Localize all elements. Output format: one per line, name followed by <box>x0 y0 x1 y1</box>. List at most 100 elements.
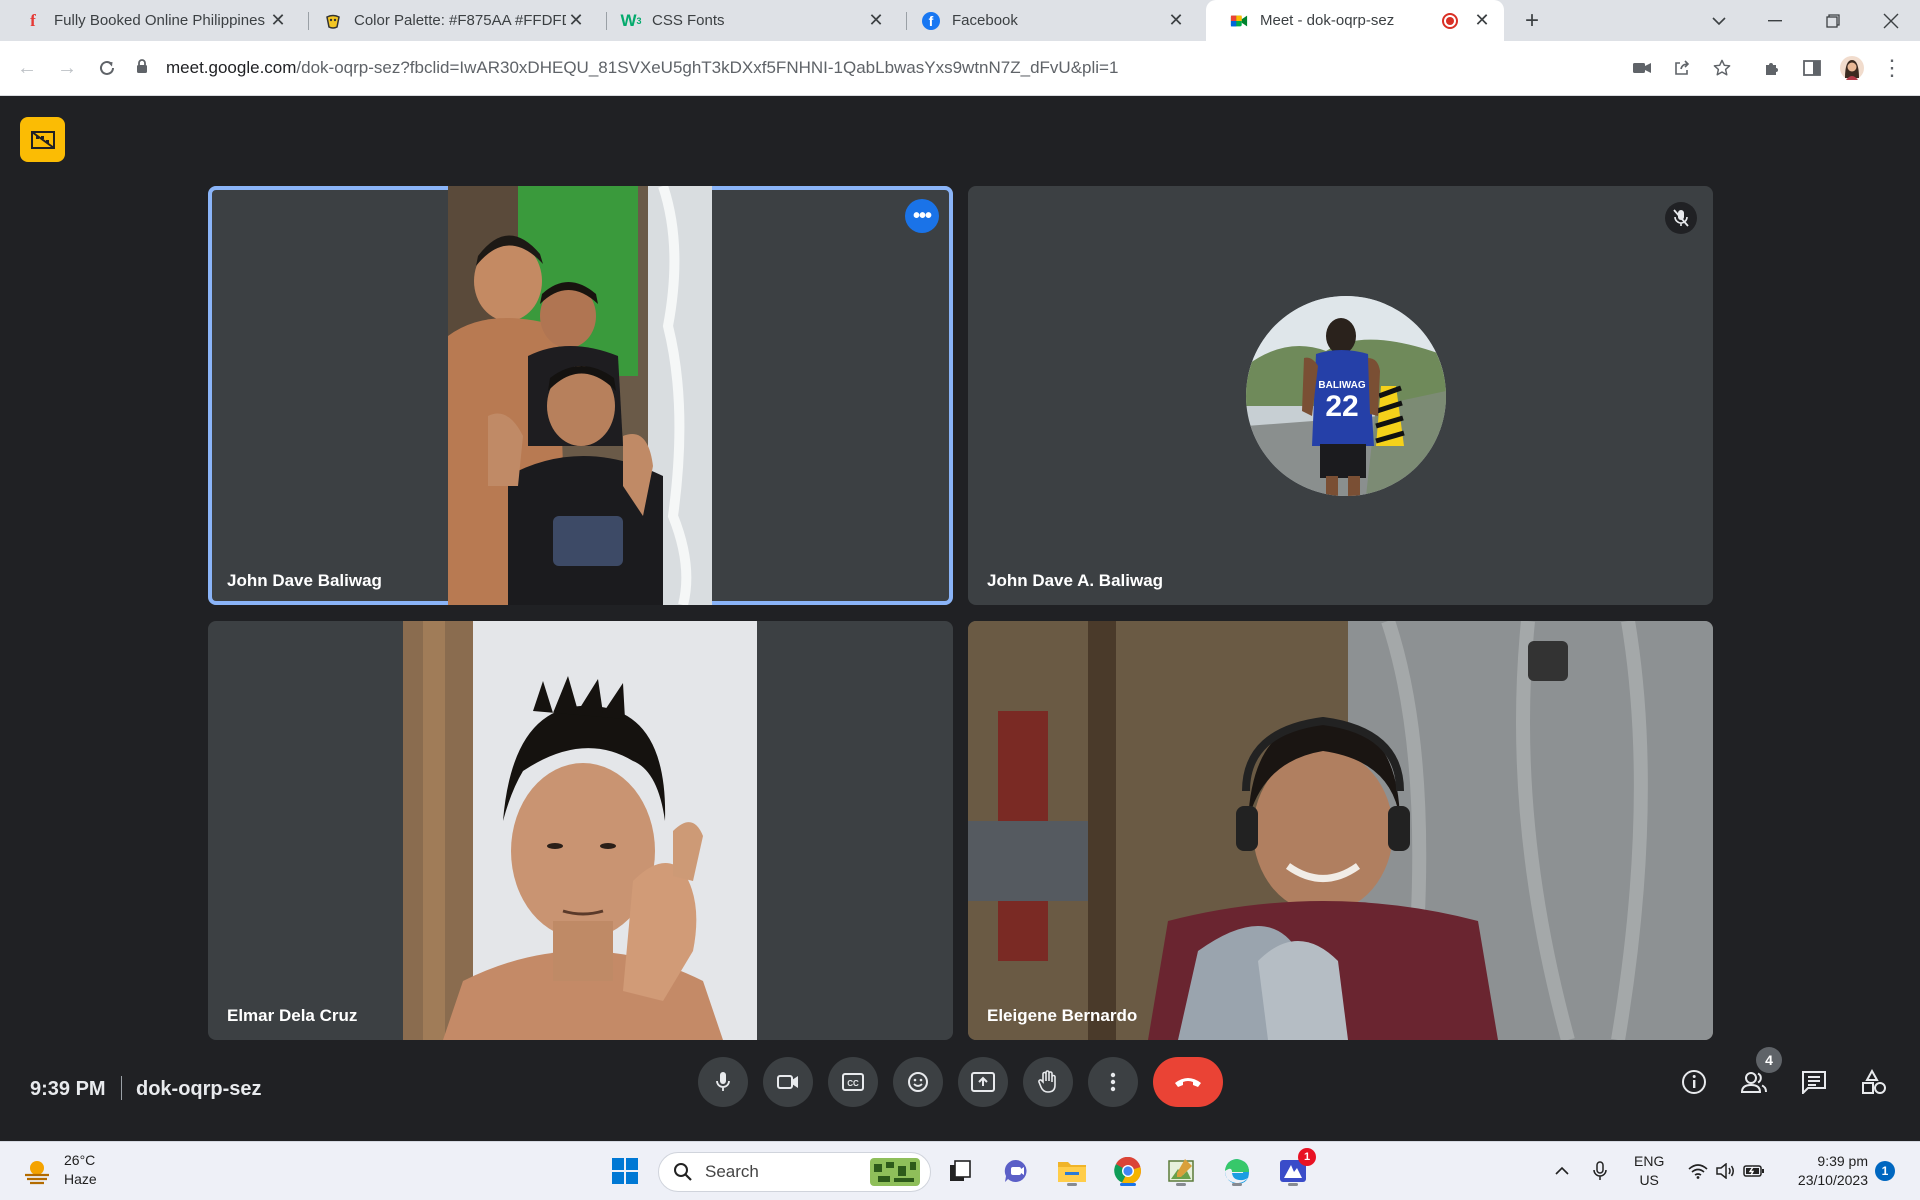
tab-title: Facebook <box>952 12 1018 29</box>
camera-button[interactable] <box>763 1057 813 1107</box>
microphone-button[interactable] <box>698 1057 748 1107</box>
share-icon[interactable] <box>1668 54 1696 82</box>
edge-icon[interactable] <box>1220 1154 1254 1188</box>
weather-widget[interactable]: 26°C Haze <box>22 1151 97 1189</box>
file-explorer-icon[interactable] <box>1055 1154 1089 1188</box>
meet-stage: ••• John Dave Baliwag BALIWAG 22 John Da… <box>0 96 1920 1141</box>
close-icon[interactable]: ✕ <box>1472 10 1492 31</box>
raise-hand-button[interactable] <box>1023 1057 1073 1107</box>
search-highlight-icon <box>870 1158 920 1186</box>
coolors-icon <box>324 12 342 30</box>
chrome-icon[interactable] <box>1111 1154 1145 1188</box>
app-badge: 1 <box>1298 1148 1316 1166</box>
windows-taskbar: 26°C Haze Search 1 ENG US 9:39 pm 23/10/… <box>0 1141 1920 1200</box>
w3schools-icon: W3 <box>620 10 642 30</box>
clock-time: 9:39 pm <box>1817 1153 1868 1169</box>
reload-icon[interactable] <box>93 54 121 82</box>
divider <box>121 1076 122 1100</box>
tab-google-meet[interactable]: Meet - dok-oqrp-sez ✕ <box>1206 0 1504 41</box>
search-label: Search <box>705 1162 759 1181</box>
recording-icon <box>1442 12 1458 29</box>
participant-name: John Dave A. Baliwag <box>987 571 1164 590</box>
leave-call-button[interactable] <box>1153 1057 1223 1107</box>
extensions-icon[interactable] <box>1758 54 1786 82</box>
taskbar-search[interactable]: Search <box>658 1152 931 1192</box>
teams-chat-icon[interactable] <box>999 1154 1033 1188</box>
tab-title: Fully Booked Online Philippines <box>54 12 265 29</box>
task-view-icon[interactable] <box>943 1154 977 1188</box>
bookmark-star-icon[interactable] <box>1708 54 1736 82</box>
reactions-button[interactable] <box>893 1057 943 1107</box>
forward-icon[interactable]: → <box>53 54 81 82</box>
participant-tile[interactable]: ••• John Dave Baliwag <box>208 186 953 605</box>
tray-overflow-icon[interactable] <box>1544 1154 1580 1188</box>
participant-tile[interactable]: Elmar Dela Cruz <box>208 621 953 1040</box>
windows-start-icon[interactable] <box>608 1154 642 1188</box>
fully-booked-icon: f <box>30 10 36 30</box>
activities-icon[interactable] <box>1852 1060 1896 1104</box>
weather-temp: 26°C <box>64 1152 96 1168</box>
present-screen-button[interactable] <box>958 1057 1008 1107</box>
participant-video <box>448 186 712 605</box>
facebook-icon: f <box>922 11 940 30</box>
participant-tile[interactable]: Eleigene Bernardo <box>968 621 1713 1040</box>
wifi-icon[interactable] <box>1684 1154 1712 1188</box>
participant-tile[interactable]: BALIWAG 22 John Dave A. Baliwag <box>968 186 1713 605</box>
address-bar[interactable]: meet.google.com/dok-oqrp-sez?fbclid=IwAR… <box>136 48 1736 88</box>
profile-avatar[interactable] <box>1838 54 1866 82</box>
notification-count-badge[interactable]: 1 <box>1875 1161 1895 1181</box>
people-count-badge: 4 <box>1756 1047 1782 1073</box>
close-window-icon[interactable] <box>1876 0 1906 41</box>
captions-button[interactable]: CC <box>828 1057 878 1107</box>
minimize-icon[interactable] <box>1760 0 1790 41</box>
image-editor-icon[interactable] <box>1164 1154 1198 1188</box>
url-host: meet.google.com <box>166 58 297 77</box>
battery-icon[interactable] <box>1740 1154 1768 1188</box>
running-indicator <box>1176 1183 1186 1186</box>
close-icon[interactable]: ✕ <box>1166 10 1186 31</box>
clock-date: 23/10/2023 <box>1797 1172 1868 1188</box>
close-icon[interactable]: ✕ <box>268 10 288 31</box>
tab-fully-booked[interactable]: f Fully Booked Online Philippines ✕ <box>0 0 300 41</box>
restore-icon[interactable] <box>1818 0 1848 41</box>
new-tab-button[interactable]: + <box>1516 0 1548 41</box>
participant-name: John Dave Baliwag <box>227 571 382 590</box>
app-with-badge-icon[interactable]: 1 <box>1276 1148 1316 1188</box>
input-language[interactable]: ENG US <box>1634 1152 1664 1190</box>
tab-color-palette[interactable]: Color Palette: #F875AA #FFDFDF ✕ <box>300 0 598 41</box>
tab-search-icon[interactable] <box>1704 0 1734 41</box>
running-indicator <box>1288 1183 1298 1186</box>
camera-in-use-icon[interactable] <box>1628 54 1656 82</box>
haze-weather-icon <box>25 1161 49 1185</box>
recording-badge[interactable] <box>20 117 65 162</box>
more-options-button[interactable] <box>1088 1057 1138 1107</box>
tab-title: Color Palette: #F875AA #FFDFDF <box>354 12 566 29</box>
microphone-tray-icon[interactable] <box>1586 1154 1614 1188</box>
lang-region: US <box>1639 1172 1659 1188</box>
running-indicator <box>1120 1183 1136 1186</box>
participant-video <box>968 621 1713 1040</box>
lock-icon[interactable] <box>136 59 156 77</box>
svg-text:22: 22 <box>1325 390 1358 423</box>
tab-facebook[interactable]: f Facebook ✕ <box>898 0 1198 41</box>
system-clock[interactable]: 9:39 pm 23/10/2023 <box>1786 1152 1868 1190</box>
volume-icon[interactable] <box>1712 1154 1740 1188</box>
tab-css-fonts[interactable]: W3 CSS Fonts ✕ <box>598 0 898 41</box>
browser-menu-icon[interactable]: ⋮ <box>1878 54 1906 82</box>
participant-video <box>403 621 757 1040</box>
browser-tab-bar: f Fully Booked Online Philippines ✕ Colo… <box>0 0 1920 41</box>
participant-name: Eleigene Bernardo <box>987 1006 1138 1025</box>
side-panel-icon[interactable] <box>1798 54 1826 82</box>
url-path: /dok-oqrp-sez?fbclid=IwAR30xDHEQU_81SVXe… <box>296 58 1119 77</box>
meeting-time: 9:39 PM <box>30 1078 106 1100</box>
more-options-button[interactable]: ••• <box>905 199 939 233</box>
tab-title: CSS Fonts <box>652 12 725 29</box>
back-icon[interactable]: ← <box>13 54 41 82</box>
tab-title: Meet - dok-oqrp-sez <box>1260 12 1395 29</box>
close-icon[interactable]: ✕ <box>566 10 586 31</box>
chat-icon[interactable] <box>1792 1060 1836 1104</box>
close-icon[interactable]: ✕ <box>866 10 886 31</box>
lang-code: ENG <box>1634 1153 1665 1169</box>
participant-name: Elmar Dela Cruz <box>227 1006 358 1025</box>
meeting-details-icon[interactable] <box>1672 1060 1716 1104</box>
